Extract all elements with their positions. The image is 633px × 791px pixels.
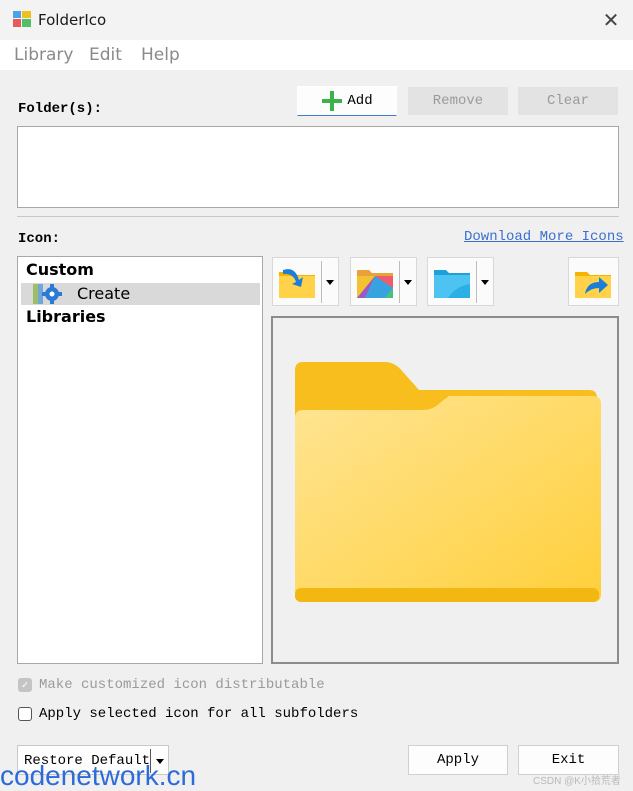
site-watermark: codenetwork.cn [0, 760, 197, 791]
dropdown-separator [321, 261, 322, 303]
plus-icon [322, 91, 343, 111]
chevron-down-icon[interactable] [404, 280, 412, 285]
export-icon-button[interactable] [568, 257, 619, 306]
download-more-icons-link[interactable]: Download More Icons [464, 229, 624, 245]
icon-label: Icon: [18, 231, 61, 247]
tree-group-libraries[interactable]: Libraries [26, 307, 106, 326]
chevron-down-icon[interactable] [481, 280, 489, 285]
distributable-label: Make customized icon distributable [39, 677, 325, 693]
icon-tree[interactable]: Custom Create Libraries [17, 256, 263, 664]
divider [17, 216, 619, 217]
menu-help[interactable]: Help [141, 45, 180, 65]
add-button[interactable]: Add [297, 86, 397, 116]
share-folder-icon [575, 272, 611, 298]
tree-item-label: Create [77, 284, 131, 303]
folderico-window: FolderIco ✕ Library Edit Help Folder(s):… [0, 0, 633, 791]
blue-folder-icon [434, 270, 470, 298]
tree-group-custom[interactable]: Custom [26, 260, 94, 279]
remove-button[interactable]: Remove [408, 87, 508, 115]
subfolders-checkbox[interactable] [18, 707, 32, 721]
title-bar: FolderIco ✕ [0, 0, 633, 40]
csdn-watermark: CSDN @K小拾荒者 [533, 776, 621, 787]
subfolders-label: Apply selected icon for all subfolders [39, 706, 359, 722]
import-folder-icon [279, 269, 315, 298]
exit-button[interactable]: Exit [518, 745, 619, 775]
close-button[interactable]: ✕ [596, 6, 626, 34]
colorful-folder-icon [357, 270, 393, 298]
add-label: Add [347, 93, 373, 109]
import-icon-dropdown[interactable] [272, 257, 339, 306]
distributable-option[interactable]: ✓ Make customized icon distributable [18, 677, 325, 693]
tree-item-create[interactable]: Create [21, 283, 260, 305]
dropdown-separator [476, 261, 477, 303]
folder-preview-icon [295, 362, 601, 602]
apply-button[interactable]: Apply [408, 745, 508, 775]
subfolders-option[interactable]: Apply selected icon for all subfolders [18, 706, 358, 722]
close-icon: ✕ [602, 8, 620, 32]
menu-library[interactable]: Library [14, 45, 73, 65]
chevron-down-icon[interactable] [326, 280, 334, 285]
menu-edit[interactable]: Edit [89, 45, 122, 65]
folders-label: Folder(s): [18, 101, 103, 117]
distributable-checkbox[interactable]: ✓ [18, 678, 32, 692]
clear-button[interactable]: Clear [518, 87, 618, 115]
dropdown-separator [399, 261, 400, 303]
library-icon-dropdown[interactable] [350, 257, 417, 306]
icon-preview [271, 316, 619, 664]
window-title: FolderIco [38, 11, 107, 29]
folders-list[interactable] [17, 126, 619, 208]
menu-bar: Library Edit Help [0, 40, 633, 70]
gear-icon [33, 284, 62, 304]
folderico-logo-icon [13, 11, 31, 27]
color-icon-dropdown[interactable] [427, 257, 494, 306]
